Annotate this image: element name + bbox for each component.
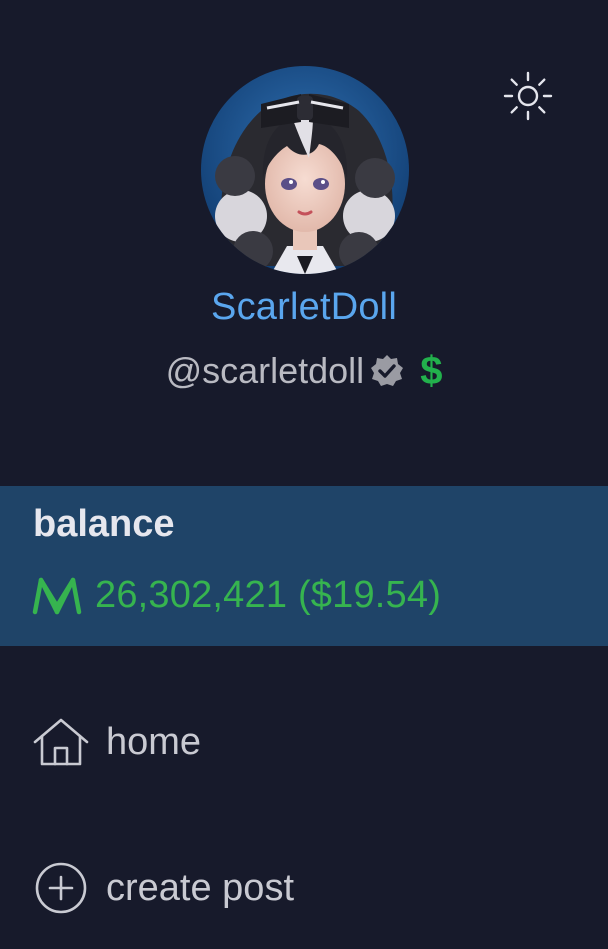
nav-item-create-post[interactable]: create post — [30, 860, 294, 916]
home-icon — [30, 714, 92, 770]
plus-circle-icon — [30, 860, 92, 916]
sun-icon — [500, 68, 556, 129]
dollar-badge: $ — [420, 349, 443, 393]
balance-amount: 26,302,421 ($19.54) — [95, 574, 442, 616]
nav-item-home[interactable]: home — [30, 714, 201, 770]
handle-row: @scarletdoll $ — [0, 350, 608, 392]
avatar[interactable] — [201, 66, 409, 274]
username-handle: @scarletdoll — [165, 350, 365, 391]
nav-label-home: home — [106, 720, 202, 763]
balance-label: balance — [33, 503, 175, 545]
mana-icon — [31, 576, 83, 616]
balance-card[interactable]: balance 26,302,421 ($19.54) — [0, 486, 608, 646]
balance-row: 26,302,421 ($19.54) — [31, 574, 441, 617]
nav-label-create-post: create post — [106, 866, 294, 909]
theme-toggle-button[interactable] — [498, 68, 558, 128]
verified-badge-icon — [368, 352, 406, 390]
display-name[interactable]: ScarletDoll — [0, 286, 608, 329]
